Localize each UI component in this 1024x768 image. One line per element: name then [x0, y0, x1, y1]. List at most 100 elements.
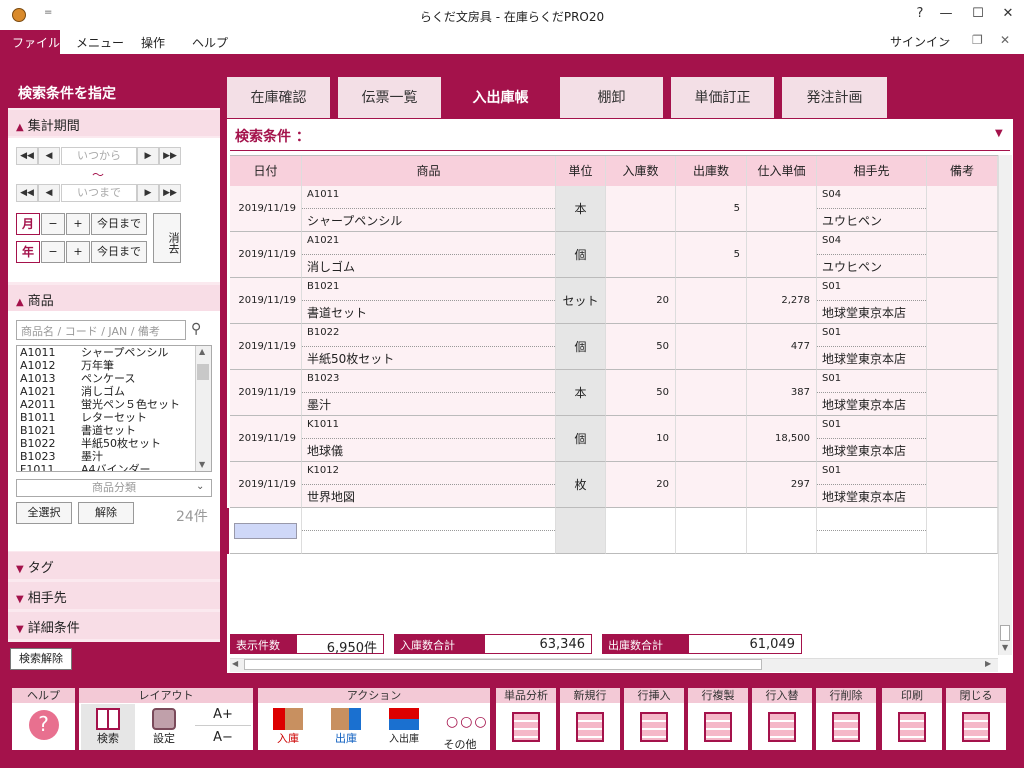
list-item[interactable]: A1012 万年筆	[17, 359, 211, 372]
memo-cell[interactable]	[927, 278, 998, 324]
tab-inventory[interactable]: 棚卸	[559, 76, 664, 118]
unit-cell[interactable]: 個	[556, 416, 606, 462]
list-item[interactable]: B1023 墨汁	[17, 450, 211, 463]
product-cell[interactable]	[302, 508, 556, 554]
column-header-in[interactable]: 入庫数	[606, 156, 676, 186]
partner-cell[interactable]: S01 地球堂東京本店	[817, 416, 927, 462]
memo-cell[interactable]	[927, 232, 998, 278]
list-item[interactable]: A1021 消しゴム	[17, 385, 211, 398]
tab-inout-ledger[interactable]: 入出庫帳	[448, 76, 553, 118]
column-header-product[interactable]: 商品	[302, 156, 556, 186]
active-cell[interactable]	[234, 523, 297, 539]
menu-help[interactable]: ヘルプ	[192, 34, 228, 51]
next-icon[interactable]: ▶	[137, 147, 159, 165]
tab-price-correction[interactable]: 単価訂正	[670, 76, 775, 118]
font-up-button[interactable]: A+	[195, 704, 251, 726]
last-icon[interactable]: ▶▶	[159, 147, 181, 165]
tab-order-plan[interactable]: 発注計画	[781, 76, 888, 118]
in-qty-cell[interactable]: 20	[606, 278, 676, 324]
in-qty-cell[interactable]: 50	[606, 370, 676, 416]
out-qty-cell[interactable]	[676, 508, 747, 554]
stock-out-button[interactable]: 出庫	[318, 704, 374, 750]
in-qty-cell[interactable]: 10	[606, 416, 676, 462]
out-qty-cell[interactable]: 5	[676, 186, 747, 232]
list-item[interactable]: B1011 レターセット	[17, 411, 211, 424]
next-icon[interactable]: ▶	[137, 184, 159, 202]
date-cell[interactable]: 2019/11/19	[230, 416, 302, 462]
vertical-scrollbar[interactable]	[998, 155, 1012, 655]
partner-cell[interactable]: S01 地球堂東京本店	[817, 462, 927, 508]
close-icon[interactable]: ✕	[998, 6, 1018, 21]
product-search-input[interactable]: 商品名 / コード / JAN / 備考	[16, 320, 186, 340]
column-header-unit[interactable]: 単位	[556, 156, 606, 186]
new-row-button[interactable]	[560, 704, 620, 750]
product-cell[interactable]: A1021 消しゴム	[302, 232, 556, 278]
price-cell[interactable]: 477	[747, 324, 817, 370]
price-cell[interactable]: 387	[747, 370, 817, 416]
product-list[interactable]: A1011 シャープペンシル A1012 万年筆 A1013 ペンケース A1021 消…	[16, 345, 212, 472]
release-button[interactable]: 解除	[78, 502, 134, 524]
memo-cell[interactable]	[927, 186, 998, 232]
month-button[interactable]: 月	[16, 213, 40, 235]
date-cell[interactable]: 2019/11/19	[230, 232, 302, 278]
vscroll-thumb[interactable]	[1000, 625, 1010, 641]
help-icon[interactable]: ?	[910, 6, 930, 21]
minimize-icon[interactable]: —	[936, 6, 956, 21]
date-cell[interactable]: 2019/11/19	[230, 324, 302, 370]
list-item[interactable]: B1021 書道セット	[17, 424, 211, 437]
help-button[interactable]: ?	[12, 704, 75, 750]
list-scroll-thumb[interactable]	[197, 364, 209, 380]
column-header-out[interactable]: 出庫数	[676, 156, 747, 186]
date-cell[interactable]: 2019/11/19	[230, 278, 302, 324]
product-cell[interactable]: A1011 シャープペンシル	[302, 186, 556, 232]
year-button[interactable]: 年	[16, 241, 40, 263]
price-cell[interactable]	[747, 232, 817, 278]
product-cell[interactable]: K1011 地球儀	[302, 416, 556, 462]
clear-search-button[interactable]: 検索解除	[10, 648, 72, 670]
scroll-down-icon[interactable]: ▼	[199, 460, 205, 469]
section-period[interactable]: ▲ 集計期間	[8, 110, 220, 136]
in-qty-cell[interactable]	[606, 186, 676, 232]
settings-button[interactable]: 設定	[137, 704, 191, 750]
hscroll-thumb[interactable]	[244, 659, 762, 670]
price-cell[interactable]: 2,278	[747, 278, 817, 324]
partner-cell[interactable]: S01 地球堂東京本店	[817, 324, 927, 370]
copy-row-button[interactable]	[688, 704, 748, 750]
section-partner[interactable]: ▼ 相手先	[8, 582, 220, 609]
list-item[interactable]: F1011 A4バインダー	[17, 463, 211, 471]
tab-slips[interactable]: 伝票一覧	[337, 76, 442, 118]
partner-cell[interactable]: S01 地球堂東京本店	[817, 278, 927, 324]
stock-in-button[interactable]: 入庫	[260, 704, 316, 750]
delete-row-button[interactable]	[816, 704, 876, 750]
scroll-right-icon[interactable]: ▶	[985, 659, 991, 668]
menu-file[interactable]: ファイル	[0, 30, 60, 54]
product-cell[interactable]: B1021 書道セット	[302, 278, 556, 324]
column-header-price[interactable]: 仕入単価	[747, 156, 817, 186]
unit-cell[interactable]: 個	[556, 232, 606, 278]
insert-row-button[interactable]	[624, 704, 684, 750]
period-clear-button[interactable]: 消去	[153, 213, 181, 263]
memo-cell[interactable]	[927, 370, 998, 416]
menu-operation[interactable]: 操作	[141, 34, 165, 51]
price-cell[interactable]: 297	[747, 462, 817, 508]
unit-cell[interactable]: 本	[556, 370, 606, 416]
out-qty-cell[interactable]	[676, 324, 747, 370]
date-cell[interactable]	[230, 508, 302, 554]
in-qty-cell[interactable]: 20	[606, 462, 676, 508]
memo-cell[interactable]	[927, 508, 998, 554]
price-cell[interactable]	[747, 508, 817, 554]
column-header-partner[interactable]: 相手先	[817, 156, 927, 186]
out-qty-cell[interactable]	[676, 416, 747, 462]
chevron-down-icon[interactable]: ⌄	[196, 481, 204, 492]
section-detail[interactable]: ▼ 詳細条件	[8, 612, 220, 639]
partner-cell[interactable]	[817, 508, 927, 554]
list-item[interactable]: A1013 ペンケース	[17, 372, 211, 385]
other-button[interactable]: ○○○ その他	[432, 704, 488, 751]
signin-link[interactable]: サインイン	[890, 33, 950, 50]
column-header-memo[interactable]: 備考	[927, 156, 998, 186]
column-header-date[interactable]: 日付	[230, 156, 302, 186]
month-today-button[interactable]: 今日まで	[91, 213, 147, 235]
search-icon[interactable]: ⚲	[191, 321, 201, 337]
product-cell[interactable]: B1023 墨汁	[302, 370, 556, 416]
memo-cell[interactable]	[927, 416, 998, 462]
